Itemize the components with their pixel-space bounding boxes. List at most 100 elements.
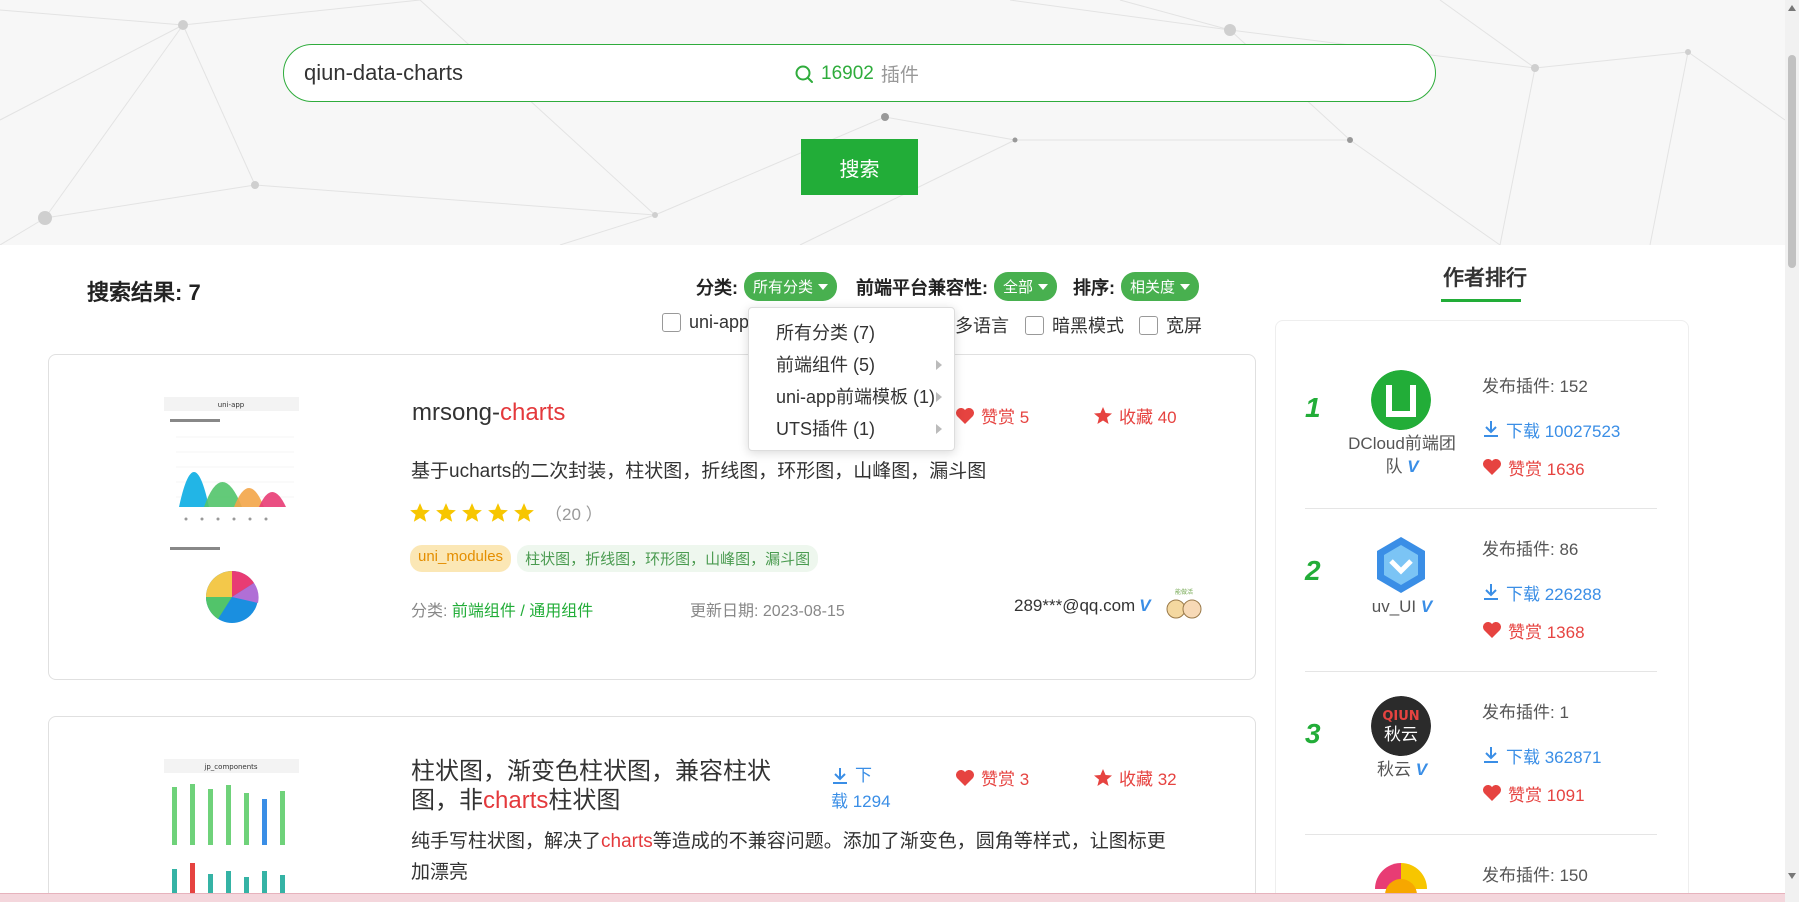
download-icon — [1484, 584, 1498, 600]
author-badge-text: 能做活 — [1175, 588, 1193, 596]
ranking-row[interactable]: 3 QIUN 秋云 秋云 V 发布插件: 1 下载 362871 赞赏 1091 — [1305, 672, 1657, 835]
like-count: 赞赏 1091 — [1508, 785, 1585, 805]
search-input[interactable] — [304, 55, 804, 91]
category-dropdown: 所有分类 (7) 前端组件 (5) uni-app前端模板 (1) UTS插件 … — [748, 307, 955, 451]
plugin-thumbnail[interactable]: uni-app — [164, 397, 299, 637]
author-name[interactable]: 秋云 V — [1341, 758, 1463, 781]
ranking-row[interactable]: 2 uv_UI V 发布插件: 86 下载 226288 赞赏 1368 — [1305, 509, 1657, 672]
ranking-row[interactable]: 发布插件: 150 — [1305, 835, 1657, 902]
favorite-stat[interactable]: 收藏 32 — [1093, 765, 1177, 790]
favorite-count: 收藏 40 — [1119, 408, 1177, 427]
like-stat[interactable]: 赞赏 5 — [955, 403, 1029, 428]
plugin-description: 纯手写柱状图，解决了charts等造成的不兼容问题。添加了渐变色，圆角等样式，让… — [411, 826, 1166, 888]
sort-select[interactable]: 相关度 — [1121, 272, 1200, 301]
download-icon — [1484, 747, 1498, 763]
tag-uni-modules[interactable]: uni_modules — [410, 545, 512, 572]
category-filter: 分类: 所有分类 — [696, 272, 838, 301]
chevron-right-icon — [936, 392, 942, 402]
author-name[interactable]: 289***@qq.com — [1014, 596, 1135, 616]
bottom-bar — [0, 893, 1785, 902]
platform-select[interactable]: 全部 — [994, 272, 1058, 301]
scroll-up-icon[interactable] — [1788, 5, 1796, 11]
search-button[interactable]: 搜索 — [801, 139, 918, 195]
plugin-card[interactable]: uni-app mrsong-charts 赞赏 5 收藏 40 基于uchar… — [48, 354, 1256, 680]
star-icon — [1094, 768, 1112, 786]
author-ranking-title[interactable]: 作者排行 — [1443, 262, 1527, 292]
author-name-line: DCloud前端团 — [1348, 434, 1456, 453]
heart-icon — [1483, 459, 1501, 475]
plugin-thumbnail[interactable]: jp_components — [164, 759, 299, 902]
sort-filter: 排序: 相关度 — [1073, 272, 1200, 301]
plugin-description: 基于ucharts的二次封装，柱状图，折线图，环形图，山峰图，漏斗图 — [411, 461, 987, 482]
scrollbar-thumb[interactable] — [1788, 55, 1796, 268]
desc-text: 等造成的不兼容问题。添加了渐变色，圆角等样式，让图标更 — [652, 831, 1166, 852]
update-date: 更新日期: 2023-08-15 — [690, 603, 845, 620]
title-text: 图，非 — [411, 787, 483, 814]
rank-number: 3 — [1305, 718, 1321, 749]
published-count: 发布插件: 1 — [1482, 703, 1569, 722]
platform-filter-label: 前端平台兼容性: — [856, 277, 988, 298]
author-name-line: 队 — [1385, 457, 1403, 476]
checkbox-box[interactable] — [662, 313, 681, 332]
category-link[interactable]: 前端组件 / 通用组件 — [452, 603, 593, 620]
dropdown-item-label: uni-app前端模板 (1) — [776, 387, 936, 407]
category-select[interactable]: 所有分类 — [744, 272, 838, 301]
download-icon — [833, 768, 847, 784]
verified-icon: V — [1407, 457, 1419, 476]
published-count: 发布插件: 152 — [1482, 377, 1588, 396]
published-count: 发布插件: 86 — [1482, 540, 1579, 559]
heart-icon — [1483, 622, 1501, 638]
author-info[interactable]: 289***@qq.com V — [1014, 596, 1151, 616]
dropdown-item-frontend[interactable]: 前端组件 (5) — [749, 348, 954, 380]
verified-icon: V — [1420, 597, 1433, 616]
download-stat[interactable]: 下 载 1294 — [831, 763, 891, 815]
download-icon — [1484, 421, 1498, 437]
author-name[interactable]: uv_UI V — [1341, 595, 1463, 618]
like-stat: 赞赏 1091 — [1482, 774, 1601, 812]
checkbox-uni-app[interactable]: uni-app — [662, 312, 749, 333]
title-highlight: charts — [500, 399, 566, 426]
plugin-title[interactable]: mrsong-charts — [412, 398, 565, 427]
plugin-card[interactable]: jp_components 柱状图，渐变色柱状图，兼容柱状 图，非charts柱… — [48, 716, 1256, 902]
search-bar[interactable]: 16902 插件 — [283, 44, 1436, 102]
favorite-stat[interactable]: 收藏 40 — [1093, 403, 1177, 428]
ranking-row[interactable]: 1 DCloud前端团 队 V 发布插件: 152 下载 10027523 赞赏… — [1305, 346, 1657, 509]
checkbox-label: uni-app — [689, 312, 750, 332]
dropdown-item-all[interactable]: 所有分类 (7) — [749, 316, 954, 348]
checkbox-multilang[interactable]: 多语言 — [955, 312, 1009, 338]
checkbox-widescreen[interactable]: 宽屏 — [1139, 312, 1202, 338]
dcloud-logo-icon — [1371, 370, 1431, 430]
sort-select-value: 相关度 — [1130, 279, 1176, 296]
page-scrollbar[interactable] — [1785, 0, 1799, 902]
download-count-cont: 载 1294 — [831, 792, 891, 811]
plugin-category: 分类: 前端组件 / 通用组件 — [411, 597, 593, 621]
author-name[interactable]: DCloud前端团 队 V — [1341, 432, 1463, 478]
tag-keywords[interactable]: 柱状图，折线图，环形图，山峰图，漏斗图 — [517, 545, 819, 572]
dropdown-item-uts[interactable]: UTS插件 (1) — [749, 412, 954, 444]
category-label: 分类: — [411, 603, 448, 620]
tag-list: uni_modules 柱状图，折线图，环形图，山峰图，漏斗图 — [410, 545, 819, 572]
author-name-line: uv_UI — [1371, 597, 1417, 616]
checkbox-label: 暗黑模式 — [1052, 316, 1124, 336]
download-stat: 下载 362871 — [1482, 736, 1601, 774]
chevron-right-icon — [936, 360, 942, 370]
like-count: 赞赏 5 — [981, 408, 1030, 427]
checkbox-dark-mode[interactable]: 暗黑模式 — [1025, 312, 1124, 338]
desc-text: 纯手写柱状图，解决了 — [411, 831, 602, 852]
search-count: 16902 插件 — [794, 60, 919, 87]
like-count: 赞赏 1636 — [1508, 459, 1585, 479]
checkbox-box[interactable] — [1025, 315, 1044, 335]
like-stat[interactable]: 赞赏 3 — [955, 765, 1029, 790]
dropdown-item-template[interactable]: uni-app前端模板 (1) — [749, 380, 954, 412]
author-badge-icon: 能做活 — [1166, 588, 1202, 619]
plugin-title[interactable]: 柱状图，渐变色柱状图，兼容柱状 图，非charts柱状图 — [411, 757, 771, 815]
checkbox-box[interactable] — [1139, 315, 1158, 335]
like-count: 赞赏 1368 — [1508, 622, 1585, 642]
desc-text: 加漂亮 — [411, 862, 469, 883]
qiun-logo-icon: QIUN 秋云 — [1371, 696, 1431, 756]
scroll-down-icon[interactable] — [1788, 873, 1796, 879]
star-icon — [436, 502, 456, 522]
star-icon — [488, 502, 508, 522]
rating-count: （20 ） — [545, 505, 603, 524]
checkbox-label: 宽屏 — [1166, 316, 1202, 336]
